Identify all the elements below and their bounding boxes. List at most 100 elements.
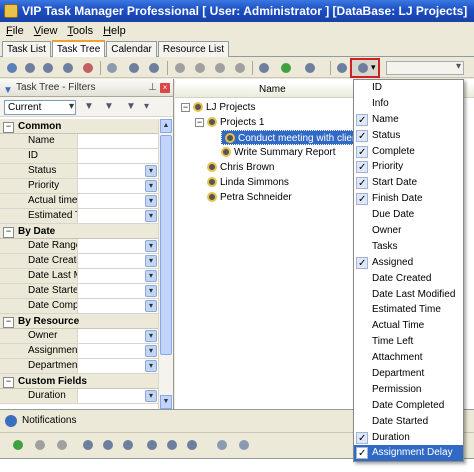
filter-field-value[interactable]: ▾ [78,179,158,193]
filter-field-value[interactable] [78,149,158,163]
dropdown-arrow-icon[interactable]: ▾ [145,255,157,267]
filter-field-value[interactable]: ▾ [78,239,158,253]
column-menu-item-due-date[interactable]: Due Date [354,207,463,223]
filter-group-by-date[interactable]: By Date [0,224,158,239]
dropdown-arrow-icon[interactable]: ▾ [145,165,157,177]
notification-action-icon[interactable] [54,437,70,453]
filter-field-value[interactable]: ▾ [78,284,158,298]
tree-node[interactable]: − LJ Projects [181,100,255,115]
column-menu-item-estimated-time[interactable]: Estimated Time [354,302,463,318]
dropdown-arrow-icon[interactable]: ▾ [145,330,157,342]
column-menu-item-department[interactable]: Department [354,366,463,382]
filter-field-value[interactable]: ▾ [78,299,158,313]
column-menu-item-owner[interactable]: Owner [354,223,463,239]
columns-dropdown-button[interactable]: ▾ [350,58,380,78]
column-menu-item-date-created[interactable]: Date Created [354,271,463,287]
dropdown-arrow-icon[interactable]: ▾ [145,285,157,297]
column-menu-item-tasks[interactable]: Tasks [354,239,463,255]
filter-field-value[interactable]: ▾ [78,254,158,268]
edit-task-icon[interactable] [22,60,38,76]
expand-icon[interactable] [256,60,272,76]
filter-field-value[interactable]: ▾ [78,344,158,358]
filter-field-value[interactable]: ▾ [78,209,158,223]
move-top-icon[interactable] [192,60,208,76]
filter-field-value[interactable]: ▾ [78,359,158,373]
dropdown-arrow-icon[interactable]: ▾ [145,270,157,282]
column-menu-item-duration[interactable]: Duration [354,430,463,446]
column-menu-item-info[interactable]: Info [354,96,463,112]
column-menu-item-assigned[interactable]: Assigned [354,255,463,272]
tab-task-list[interactable]: Task List [2,41,51,57]
column-menu-item-attachment[interactable]: Attachment [354,350,463,366]
dropdown-arrow-icon[interactable]: ▾ [145,390,157,402]
tree-node[interactable]: Write Summary Report [221,145,336,160]
delete-task-icon[interactable] [80,60,96,76]
menu-file[interactable]: File [6,25,24,37]
column-menu-item-name[interactable]: Name [354,112,463,129]
tree-node[interactable]: Conduct meeting with clients [221,130,370,145]
new-task-icon[interactable] [4,60,20,76]
notification-filter-icon[interactable] [236,437,252,453]
column-menu-item-priority[interactable]: Priority [354,159,463,176]
save-filter-icon[interactable]: ▼ [84,101,94,112]
dropdown-arrow-icon[interactable]: ▾ [145,210,157,222]
notification-action-icon[interactable] [144,437,160,453]
move-down-icon[interactable] [212,60,228,76]
filter-field-value[interactable]: ▾ [78,329,158,343]
move-up-icon[interactable] [172,60,188,76]
notification-action-icon[interactable] [164,437,180,453]
notification-action-icon[interactable] [32,437,48,453]
pin-icon[interactable]: ⊥ [148,79,157,97]
filter-scrollbar[interactable]: ▲ ▼ [158,119,173,409]
column-menu-item-actual-time[interactable]: Actual Time [354,318,463,334]
close-icon[interactable]: × [160,83,170,93]
notification-action-icon[interactable] [120,437,136,453]
filter-options-icon[interactable]: ▾ [144,101,149,112]
menu-help[interactable]: Help [103,25,126,37]
column-menu-item-finish-date[interactable]: Finish Date [354,191,463,208]
notification-action-icon[interactable] [184,437,200,453]
column-menu-item-date-started[interactable]: Date Started [354,414,463,430]
scroll-down-icon[interactable]: ▼ [160,395,172,409]
filter-group-common[interactable]: Common [0,119,158,134]
column-menu-item-start-date[interactable]: Start Date [354,175,463,192]
filter-icon[interactable] [104,60,120,76]
column-menu-item-time-left[interactable]: Time Left [354,334,463,350]
move-task-icon[interactable] [60,60,76,76]
copy-task-icon[interactable] [40,60,56,76]
column-menu-item-date-completed[interactable]: Date Completed [354,398,463,414]
notification-action-icon[interactable] [80,437,96,453]
filter-field-value[interactable] [78,134,158,148]
refresh-notifications-icon[interactable] [10,437,26,453]
tree-node[interactable]: Petra Schneider [207,190,292,205]
dropdown-arrow-icon[interactable]: ▾ [145,345,157,357]
column-width-icon[interactable] [334,60,350,76]
move-bottom-icon[interactable] [232,60,248,76]
filter-field-value[interactable]: ▾ [78,164,158,178]
unassign-icon[interactable] [146,60,162,76]
filter-field-value[interactable]: ▾ [78,269,158,283]
assign-icon[interactable] [126,60,142,76]
column-menu-item-permission[interactable]: Permission [354,382,463,398]
dropdown-arrow-icon[interactable]: ▾ [145,360,157,372]
refresh-icon[interactable] [278,60,294,76]
view-options-icon[interactable] [302,60,318,76]
filter-field-value[interactable]: ▾ [78,194,158,208]
notification-filter-icon[interactable] [214,437,230,453]
tab-resource-list[interactable]: Resource List [157,41,229,57]
collapse-icon[interactable]: − [181,103,190,112]
filter-field-value[interactable]: ▾ [78,389,158,403]
toolbar-combo[interactable] [386,61,464,75]
scroll-thumb[interactable] [160,135,172,355]
scroll-up-icon[interactable]: ▲ [160,119,172,133]
column-menu-item-id[interactable]: ID [354,80,463,96]
tree-node[interactable]: Linda Simmons [207,175,289,190]
filter-group-by-resource[interactable]: By Resource [0,314,158,329]
filter-group-custom-fields[interactable]: Custom Fields [0,374,158,389]
dropdown-arrow-icon[interactable]: ▾ [145,180,157,192]
filter-preset-select[interactable]: Current [4,100,76,115]
tab-task-tree[interactable]: Task Tree [51,40,106,57]
dropdown-arrow-icon[interactable]: ▾ [145,300,157,312]
dropdown-arrow-icon[interactable]: ▾ [145,195,157,207]
notification-action-icon[interactable] [100,437,116,453]
